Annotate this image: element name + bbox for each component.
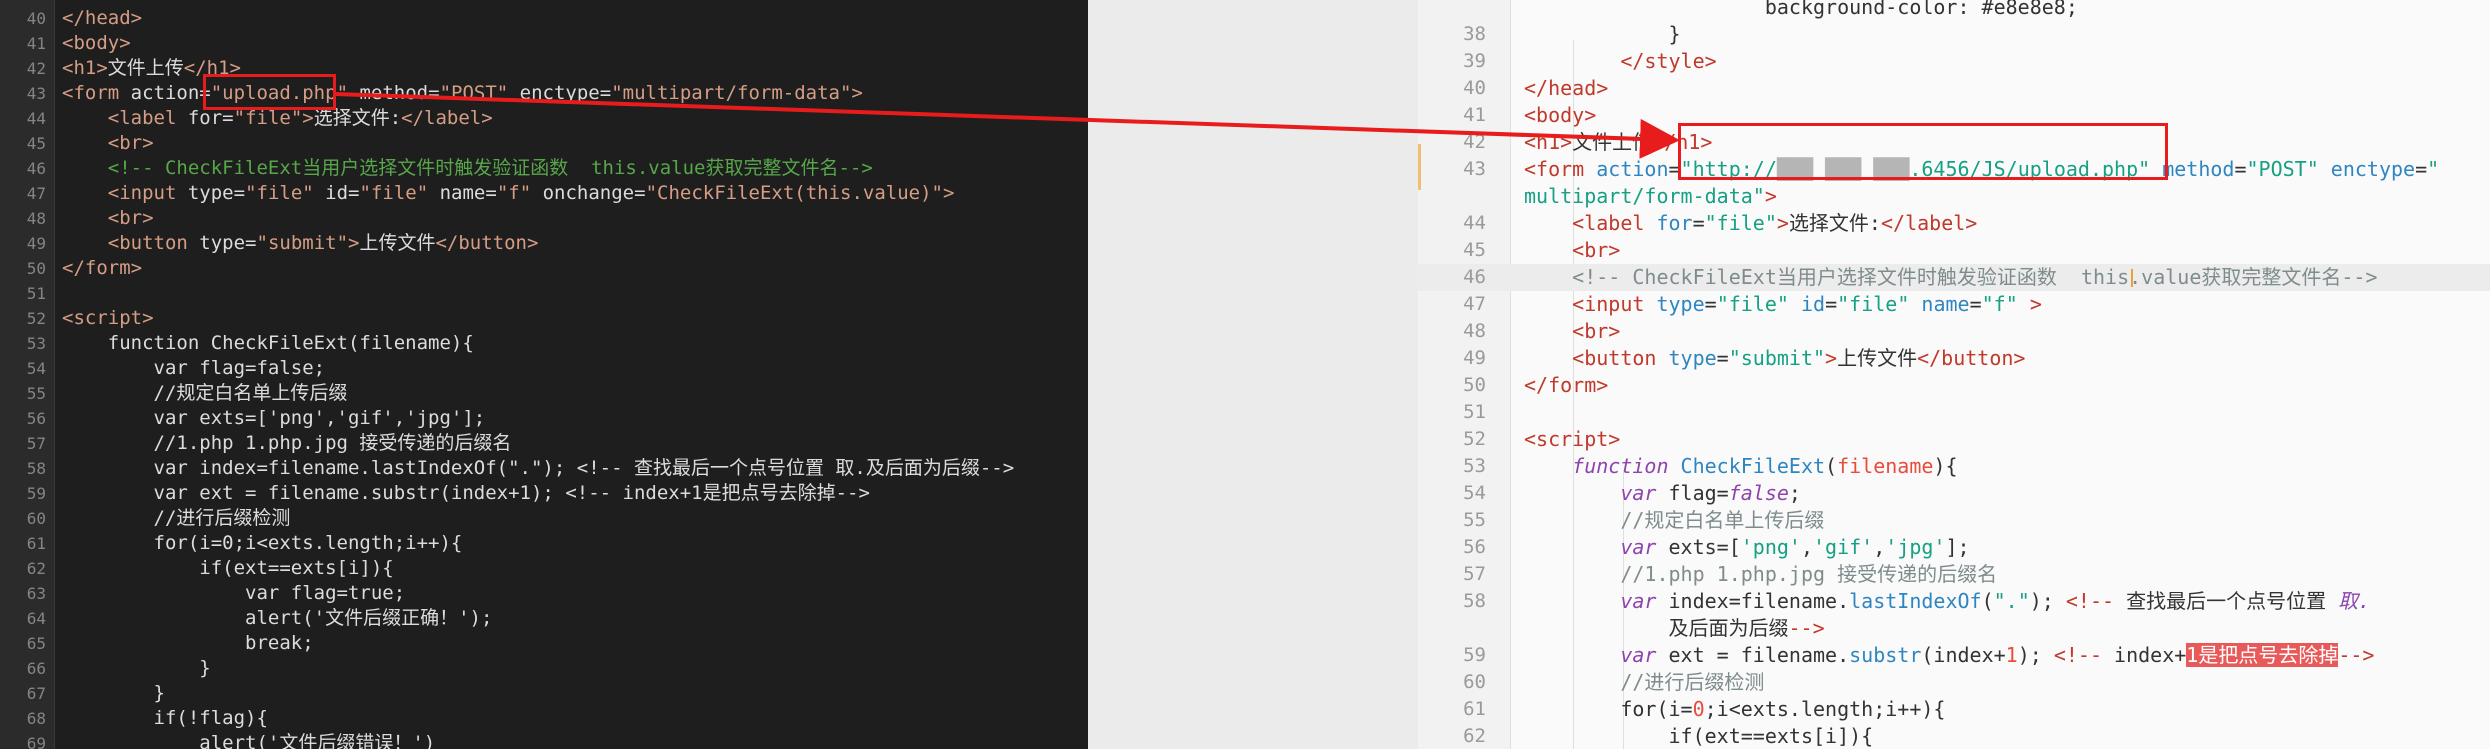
annotation-arrow-layer bbox=[335, 92, 1680, 159]
annotation-arrow bbox=[335, 92, 1680, 159]
